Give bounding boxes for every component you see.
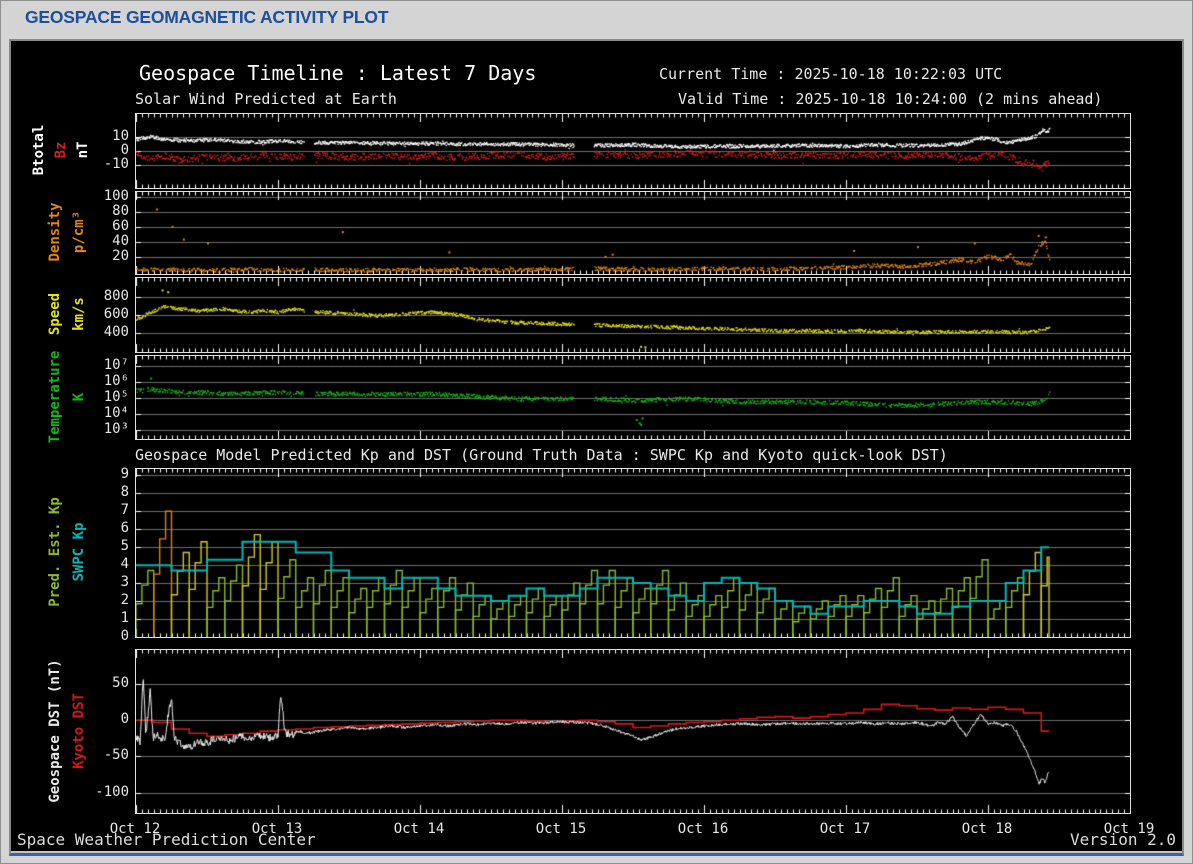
axis-label-kp-1: SWPC Kp <box>71 522 87 581</box>
panel-dst <box>135 649 1131 814</box>
y-tick-label: 10⁶ <box>77 373 129 389</box>
y-tick-label: 1 <box>77 610 129 626</box>
x-tick-label: Oct 16 <box>663 821 743 837</box>
x-tick-label: Oct 12 <box>95 821 175 837</box>
axis-label-density-1: p/cm³ <box>71 211 87 253</box>
x-tick-label: Oct 13 <box>237 821 317 837</box>
y-tick-label: 10³ <box>77 421 129 437</box>
axis-label-temperature-0: Temperature <box>47 350 63 443</box>
axis-label-imf-1: Bz <box>53 142 69 159</box>
valid-time: Valid Time : 2025-10-18 10:24:00 (2 mins… <box>678 90 1102 108</box>
panel-temperature <box>135 355 1131 440</box>
panel-density <box>135 191 1131 275</box>
x-tick-label: Oct 14 <box>379 821 459 837</box>
page-title: GEOSPACE GEOMAGNETIC ACTIVITY PLOT <box>25 7 388 28</box>
y-tick-label: 10⁷ <box>77 357 129 373</box>
axis-label-temperature-1: K <box>71 392 87 400</box>
axis-label-imf-0: Btotal <box>31 125 47 176</box>
y-tick-label: 7 <box>77 502 129 518</box>
current-time: Current Time : 2025-10-18 10:22:03 UTC <box>659 65 1002 83</box>
axis-label-dst-0: Geospace DST (nT) <box>47 659 63 802</box>
y-tick-label: 50 <box>77 675 129 691</box>
axis-label-imf-2: nT <box>75 142 91 159</box>
y-tick-label: 0 <box>77 628 129 644</box>
axis-label-kp-0: Pred. Est. Kp <box>47 497 63 607</box>
x-tick-label: Oct 15 <box>521 821 601 837</box>
x-tick-label: Oct 19 <box>1089 821 1169 837</box>
y-tick-label: -100 <box>77 784 129 800</box>
y-tick-label: 9 <box>77 466 129 482</box>
panel-imf <box>135 113 1131 189</box>
x-tick-label: Oct 18 <box>947 821 1027 837</box>
x-tick-label: Oct 17 <box>805 821 885 837</box>
panel-kp <box>135 468 1131 638</box>
axis-label-dst-1: Kyoto DST <box>71 693 87 769</box>
y-tick-label: 2 <box>77 592 129 608</box>
axis-label-speed-1: km/s <box>71 297 87 331</box>
y-tick-label: 100 <box>77 188 129 204</box>
y-tick-label: 8 <box>77 484 129 500</box>
kp-dst-section-title: Geospace Model Predicted Kp and DST (Gro… <box>135 446 948 464</box>
panel-speed <box>135 277 1131 353</box>
plot-panel: Geospace Timeline : Latest 7 Days Curren… <box>9 39 1184 856</box>
plot-title: Geospace Timeline : Latest 7 Days <box>139 61 536 85</box>
axis-label-speed-0: Speed <box>47 293 63 335</box>
y-tick-label: 10⁴ <box>77 405 129 421</box>
plot-subtitle: Solar Wind Predicted at Earth <box>135 90 397 108</box>
geospace-activity-page: GEOSPACE GEOMAGNETIC ACTIVITY PLOT Geosp… <box>0 0 1193 864</box>
axis-label-density-0: Density <box>47 202 63 261</box>
